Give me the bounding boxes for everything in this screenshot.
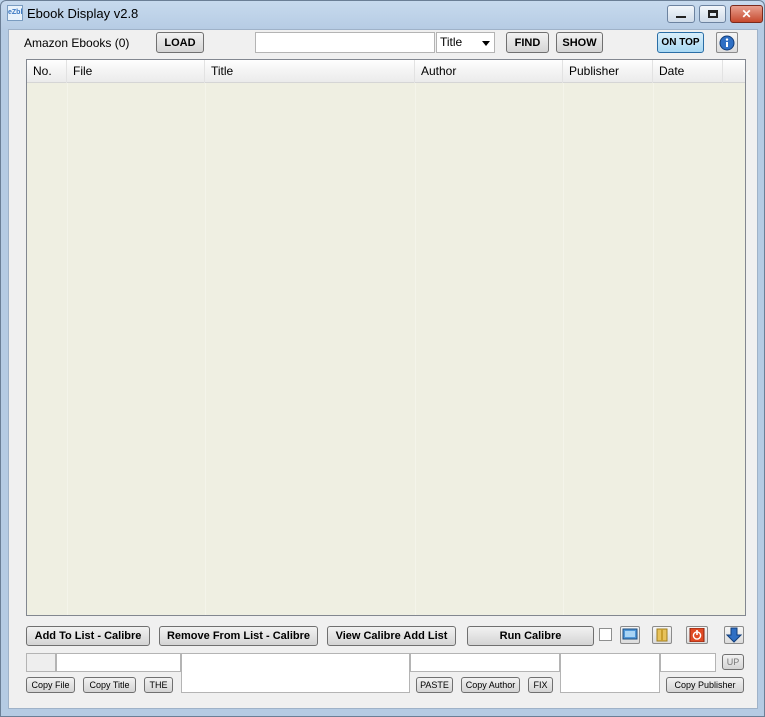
on-top-button[interactable]: ON TOP <box>657 32 704 53</box>
copy-author-button[interactable]: Copy Author <box>461 677 520 693</box>
publisher-field[interactable] <box>560 653 660 693</box>
column-divider <box>205 83 206 615</box>
folder-button[interactable] <box>652 626 672 644</box>
file-field[interactable] <box>56 653 181 672</box>
fix-button[interactable]: FIX <box>528 677 553 693</box>
column-header-publisher[interactable]: Publisher <box>563 60 653 83</box>
app-window: eZbl Ebook Display v2.8 ✕ Amazon Ebooks … <box>0 0 765 717</box>
column-header-date[interactable]: Date <box>653 60 723 83</box>
view-add-list-button[interactable]: View Calibre Add List <box>327 626 456 646</box>
option-checkbox[interactable] <box>599 628 612 641</box>
author-field[interactable] <box>410 653 560 672</box>
up-button[interactable]: UP <box>722 654 744 670</box>
client-area: Amazon Ebooks (0) LOAD Title FIND SHOW O… <box>8 29 758 709</box>
column-header-author[interactable]: Author <box>415 60 563 83</box>
info-button[interactable] <box>716 32 738 53</box>
monitor-icon <box>622 628 638 640</box>
maximize-icon <box>707 10 718 18</box>
window-title: Ebook Display v2.8 <box>27 6 139 21</box>
column-header-title[interactable]: Title <box>205 60 415 83</box>
maximize-button[interactable] <box>699 5 726 23</box>
minimize-button[interactable] <box>667 5 695 23</box>
status-label: Amazon Ebooks (0) <box>24 36 130 50</box>
column-divider <box>563 83 564 615</box>
search-field-select[interactable]: Title <box>436 32 495 53</box>
ebook-list[interactable]: No. File Title Author Publisher Date <box>26 59 746 616</box>
close-button[interactable]: ✕ <box>730 5 763 23</box>
remove-from-list-button[interactable]: Remove From List - Calibre <box>159 626 318 646</box>
app-icon: eZbl <box>7 5 23 21</box>
column-divider <box>415 83 416 615</box>
minimize-icon <box>676 16 686 18</box>
title-bar[interactable]: eZbl Ebook Display v2.8 ✕ <box>1 1 764 29</box>
list-header: No. File Title Author Publisher Date <box>27 60 745 83</box>
screen-button[interactable] <box>620 626 640 644</box>
load-button[interactable]: LOAD <box>156 32 204 53</box>
search-field-value: Title <box>440 35 463 49</box>
arrow-down-icon <box>726 627 742 643</box>
info-icon <box>719 35 735 50</box>
number-field[interactable] <box>26 653 56 672</box>
run-calibre-button[interactable]: Run Calibre <box>467 626 594 646</box>
title-field[interactable] <box>181 653 410 693</box>
power-icon <box>689 628 705 642</box>
folder-icon <box>656 628 668 642</box>
find-button[interactable]: FIND <box>506 32 549 53</box>
copy-title-button[interactable]: Copy Title <box>83 677 136 693</box>
scroll-down-button[interactable] <box>724 626 744 644</box>
the-button[interactable]: THE <box>144 677 173 693</box>
add-to-list-button[interactable]: Add To List - Calibre <box>26 626 150 646</box>
search-input[interactable] <box>255 32 435 53</box>
paste-button[interactable]: PASTE <box>416 677 453 693</box>
copy-publisher-button[interactable]: Copy Publisher <box>666 677 744 693</box>
copy-file-button[interactable]: Copy File <box>26 677 75 693</box>
chevron-down-icon <box>482 41 490 46</box>
column-divider <box>67 83 68 615</box>
column-divider <box>653 83 654 615</box>
column-header-no[interactable]: No. <box>27 60 67 83</box>
power-button[interactable] <box>686 626 708 644</box>
close-icon: ✕ <box>741 7 752 21</box>
show-button[interactable]: SHOW <box>556 32 603 53</box>
date-field[interactable] <box>660 653 716 672</box>
column-header-file[interactable]: File <box>67 60 205 83</box>
